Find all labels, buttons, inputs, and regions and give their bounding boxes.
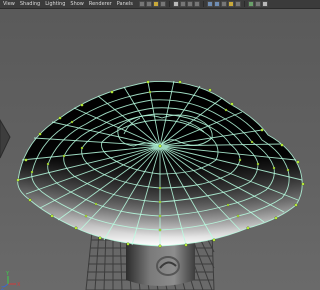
wireframe-icon[interactable] bbox=[206, 1, 213, 7]
panel-toolbar bbox=[138, 1, 268, 7]
film-gate-icon[interactable] bbox=[179, 1, 186, 7]
panel-menu-bar: View Shading Lighting Show Renderer Pane… bbox=[0, 0, 320, 9]
shadows-icon[interactable] bbox=[234, 1, 241, 7]
3d-viewport[interactable]: X Y Z bbox=[0, 9, 320, 290]
axis-y-label: Y bbox=[5, 271, 10, 277]
offscreen-object bbox=[0, 119, 11, 159]
image-plane-icon[interactable] bbox=[159, 1, 166, 7]
axis-z-label: Z bbox=[1, 286, 5, 290]
axis-gizmo: X Y Z bbox=[1, 271, 21, 290]
grid-toggle-icon[interactable] bbox=[172, 1, 179, 7]
axis-x-label: X bbox=[17, 282, 21, 288]
menu-show[interactable]: Show bbox=[67, 0, 86, 9]
scene-canvas: X Y Z bbox=[0, 80, 305, 290]
menu-lighting[interactable]: Lighting bbox=[42, 0, 67, 9]
bookmark-icon[interactable] bbox=[152, 1, 159, 7]
xray-icon[interactable] bbox=[247, 1, 254, 7]
camera-select-icon[interactable] bbox=[138, 1, 145, 7]
menu-view[interactable]: View bbox=[0, 0, 17, 9]
toolbar-divider bbox=[168, 1, 170, 7]
lights-icon[interactable] bbox=[227, 1, 234, 7]
isolate-icon[interactable] bbox=[254, 1, 261, 7]
menu-renderer[interactable]: Renderer bbox=[86, 0, 114, 9]
camera-lock-icon[interactable] bbox=[145, 1, 152, 7]
resolution-gate-icon[interactable] bbox=[186, 1, 193, 7]
toolbar-divider bbox=[202, 1, 204, 7]
menu-panels[interactable]: Panels bbox=[114, 0, 135, 9]
toolbar-divider bbox=[243, 1, 245, 7]
menu-shading[interactable]: Shading bbox=[17, 0, 42, 9]
smooth-shade-icon[interactable] bbox=[213, 1, 220, 7]
textured-icon[interactable] bbox=[220, 1, 227, 7]
hud-icon[interactable] bbox=[261, 1, 268, 7]
safe-action-icon[interactable] bbox=[193, 1, 200, 7]
